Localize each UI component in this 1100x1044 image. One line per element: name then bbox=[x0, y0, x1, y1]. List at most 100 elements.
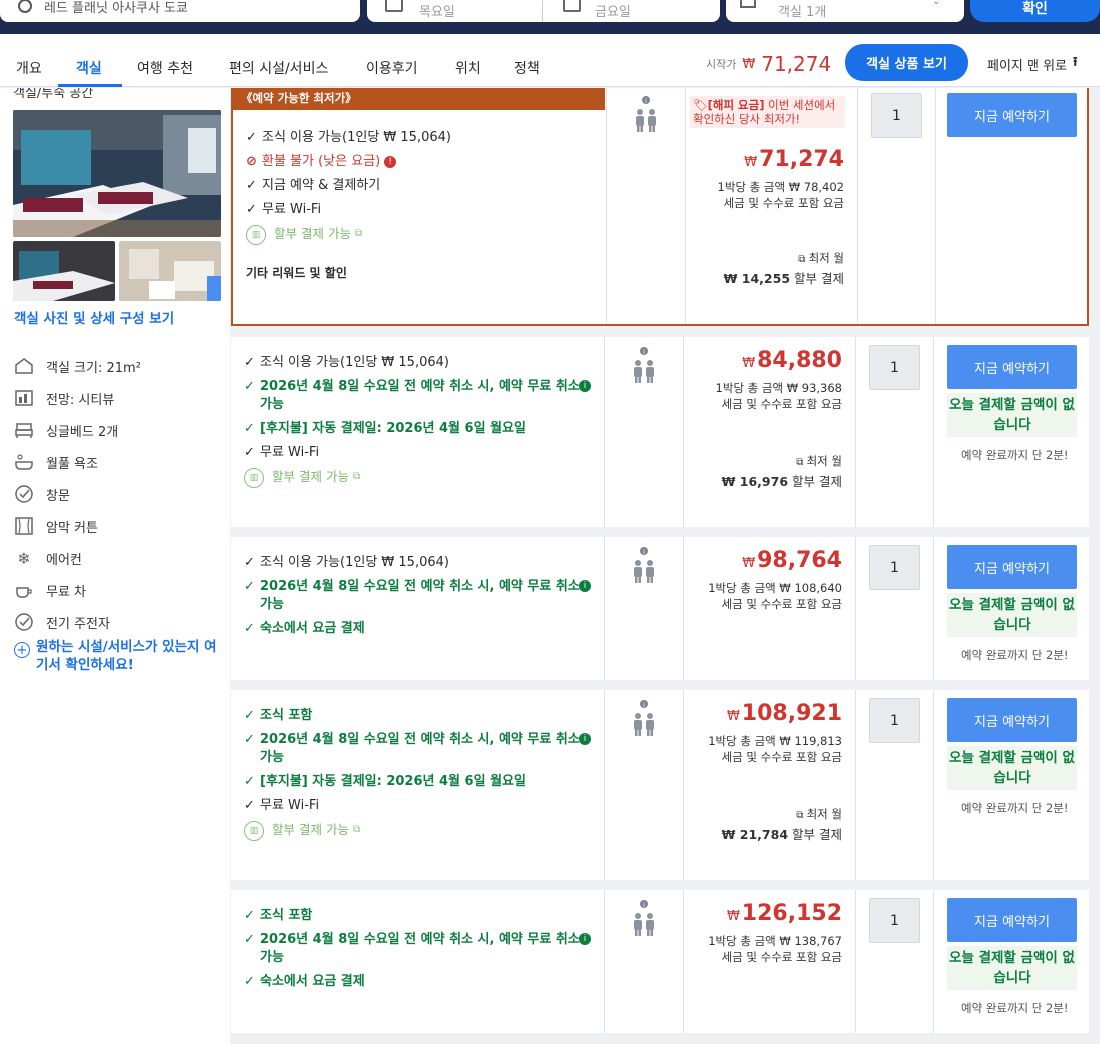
room-photo-main[interactable] bbox=[13, 110, 221, 237]
feature-bathtub: 월풀 욕조 bbox=[14, 446, 224, 478]
offer-line-3: ✓ [후지불] 자동 결제일: 2026년 4월 6일 월요일 bbox=[244, 420, 594, 438]
offer-line-text: 할부 결제 가능 bbox=[272, 822, 349, 837]
offer-price: ₩98,764 bbox=[684, 548, 842, 573]
tab-facilities[interactable]: 편의 시설/서비스 bbox=[229, 58, 328, 78]
snowflake-icon: ❄ bbox=[17, 548, 31, 568]
occupancy-2-adults-icon: i bbox=[631, 900, 657, 938]
offer-line-1: ✓ 조식 이용 가능(1인당 ₩ 15,064) bbox=[246, 129, 596, 147]
offer-line-3: ✓ [후지불] 자동 결제일: 2026년 4월 6일 월요일 bbox=[244, 773, 594, 791]
tab-location[interactable]: 위치 bbox=[455, 58, 481, 78]
book-now-button[interactable]: 지금 예약하기 bbox=[947, 898, 1077, 942]
price-breakdown: 1박당 총 금액 ₩ 108,640 세금 및 수수료 포함 요금 bbox=[684, 580, 842, 612]
currency-symbol: ₩ bbox=[744, 155, 758, 170]
room-quantity-select[interactable]: 1 bbox=[869, 345, 920, 390]
currency-symbol: ₩ bbox=[742, 356, 756, 371]
offer-line-4: ✓ 무료 Wi-Fi bbox=[246, 201, 596, 219]
guests-field[interactable]: 객실 1개 ⌄ bbox=[726, 0, 964, 22]
book-now-button[interactable]: 지금 예약하기 bbox=[947, 93, 1077, 137]
per-night-total: 1박당 총 금액 ₩ 93,368 bbox=[715, 381, 842, 395]
room-photo-thumb-1[interactable] bbox=[13, 241, 115, 301]
search-submit-button[interactable]: 확인 bbox=[970, 0, 1100, 22]
tab-overview[interactable]: 개요 bbox=[16, 58, 42, 78]
tab-recommendations[interactable]: 여행 추천 bbox=[137, 58, 193, 78]
check-circle-icon bbox=[14, 612, 34, 632]
monthly-installment[interactable]: ₩ 14,255 할부 결제 bbox=[686, 271, 844, 287]
check-icon: ✓ bbox=[244, 774, 255, 789]
currency-symbol: ₩ bbox=[726, 709, 740, 724]
monthly-amount: ₩ 14,255 bbox=[723, 271, 791, 286]
room-photos-link[interactable]: 객실 사진 및 상세 구성 보기 bbox=[14, 307, 174, 327]
info-icon[interactable]: i bbox=[579, 580, 591, 592]
room-quantity-select[interactable]: 1 bbox=[871, 93, 922, 138]
more-facilities-link[interactable]: + 원하는 시설/서비스가 있는지 여기서 확인하세요! bbox=[14, 638, 224, 674]
tab-rooms[interactable]: 객실 bbox=[76, 58, 102, 78]
info-icon[interactable]: i bbox=[579, 933, 591, 945]
offer-line-text: 조식 이용 가능(1인당 ₩ 15,064) bbox=[260, 355, 449, 370]
offer-line-text: 2026년 4월 8일 수요일 전 예약 취소 시, 예약 무료 취소 가능 bbox=[260, 579, 580, 612]
price-value: 84,880 bbox=[757, 348, 842, 373]
info-icon[interactable]: i bbox=[579, 733, 591, 745]
no-payment-today-note: 오늘 결제할 금액이 없습니다 bbox=[947, 393, 1077, 437]
date-field[interactable]: 목요일 금요일 bbox=[367, 0, 720, 22]
monthly-label-text: 최저 월 bbox=[806, 454, 842, 468]
offer-line-2: ✓ 2026년 4월 8일 수요일 전 예약 취소 시, 예약 무료 취소 가능 i bbox=[244, 931, 594, 967]
offer-line-5[interactable]: ▥ 할부 결제 가능 ⧉ bbox=[244, 821, 594, 841]
offer-line-2: ⊘ 환불 불가 (낮은 요금)! bbox=[246, 153, 596, 171]
no-refund-icon: ⊘ bbox=[246, 154, 257, 169]
info-icon[interactable]: ! bbox=[384, 156, 397, 168]
book-now-button[interactable]: 지금 예약하기 bbox=[947, 545, 1077, 589]
offer-price: ₩84,880 bbox=[684, 348, 842, 373]
per-night-total: 1박당 총 금액 ₩ 78,402 bbox=[717, 180, 844, 194]
tab-policies[interactable]: 정책 bbox=[514, 58, 540, 78]
price-value: 108,921 bbox=[741, 701, 842, 726]
room-quantity-select[interactable]: 1 bbox=[869, 698, 920, 743]
check-icon: ✓ bbox=[244, 421, 255, 436]
offer-price: ₩126,152 bbox=[684, 901, 842, 926]
offer-line-text: 조식 이용 가능(1인당 ₩ 15,064) bbox=[260, 555, 449, 570]
monthly-suffix: 할부 결제 bbox=[794, 271, 844, 286]
destination-field[interactable]: 레드 플래닛 아사쿠사 도쿄 bbox=[0, 0, 360, 22]
info-icon[interactable]: i bbox=[579, 380, 591, 392]
feature-view: 전망: 시티뷰 bbox=[14, 382, 224, 414]
check-icon: ✓ bbox=[246, 130, 257, 145]
per-night-total: 1박당 총 금액 ₩ 108,640 bbox=[708, 581, 842, 595]
external-link-icon[interactable]: ⧉ bbox=[353, 468, 360, 486]
check-icon: ✓ bbox=[244, 932, 255, 947]
room-photo-thumb-1-image bbox=[13, 241, 115, 301]
room-photo-thumb-2[interactable] bbox=[119, 241, 221, 301]
price-breakdown: 1박당 총 금액 ₩ 78,402 세금 및 수수료 포함 요금 bbox=[686, 179, 844, 211]
offer-line-5[interactable]: ▥ 할부 결제 가능 ⧉ bbox=[244, 468, 594, 488]
external-link-icon[interactable]: ⧉ bbox=[355, 225, 362, 243]
room-quantity-select[interactable]: 1 bbox=[869, 545, 920, 590]
offer-card-3: ✓ 조식 이용 가능(1인당 ₩ 15,064) ✓ 2026년 4월 8일 수요일 … bbox=[231, 537, 1089, 680]
monthly-amount: ₩ 21,784 bbox=[721, 827, 789, 842]
offer-divider-1 bbox=[604, 537, 605, 680]
calendar-icon bbox=[385, 0, 403, 12]
feature-blackout: 암막 커튼 bbox=[14, 510, 224, 542]
view-rooms-button[interactable]: 객실 상품 보기 bbox=[845, 44, 968, 81]
monthly-installment[interactable]: ₩ 21,784 할부 결제 bbox=[684, 827, 842, 843]
price-value: 71,274 bbox=[759, 147, 844, 172]
other-rewards-link[interactable]: 기타 리워드 및 할인 bbox=[246, 264, 347, 281]
check-icon: ✓ bbox=[244, 908, 255, 923]
monthly-min-label: ⧉ 최저 월 bbox=[686, 250, 844, 268]
currency-symbol: ₩ bbox=[726, 909, 740, 924]
offer-line-text: 조식 포함 bbox=[260, 908, 313, 923]
date-divider bbox=[542, 0, 543, 22]
offer-line-text: 조식 이용 가능(1인당 ₩ 15,064) bbox=[262, 130, 451, 145]
no-payment-today-note: 오늘 결제할 금액이 없습니다 bbox=[947, 946, 1077, 990]
feature-room-size: 객실 크기: 21m² bbox=[14, 350, 224, 382]
offer-line-text: 지금 예약 & 결제하기 bbox=[262, 178, 381, 193]
external-link-icon: ⧉ bbox=[796, 457, 807, 468]
booking-time-note: 예약 완료까지 단 2분! bbox=[961, 648, 1069, 662]
monthly-installment[interactable]: ₩ 16,976 할부 결제 bbox=[684, 474, 842, 490]
book-now-button[interactable]: 지금 예약하기 bbox=[947, 698, 1077, 742]
external-link-icon[interactable]: ⧉ bbox=[353, 821, 360, 839]
room-quantity-select[interactable]: 1 bbox=[869, 898, 920, 943]
tab-reviews[interactable]: 이용후기 bbox=[366, 58, 418, 78]
offer-line-5[interactable]: ▥ 할부 결제 가능 ⧉ bbox=[246, 225, 596, 245]
search-icon bbox=[18, 0, 32, 13]
back-to-top-link[interactable]: 페이지 맨 위로 ⭱ bbox=[987, 53, 1078, 75]
offer-divider-3 bbox=[857, 88, 858, 324]
book-now-button[interactable]: 지금 예약하기 bbox=[947, 345, 1077, 389]
